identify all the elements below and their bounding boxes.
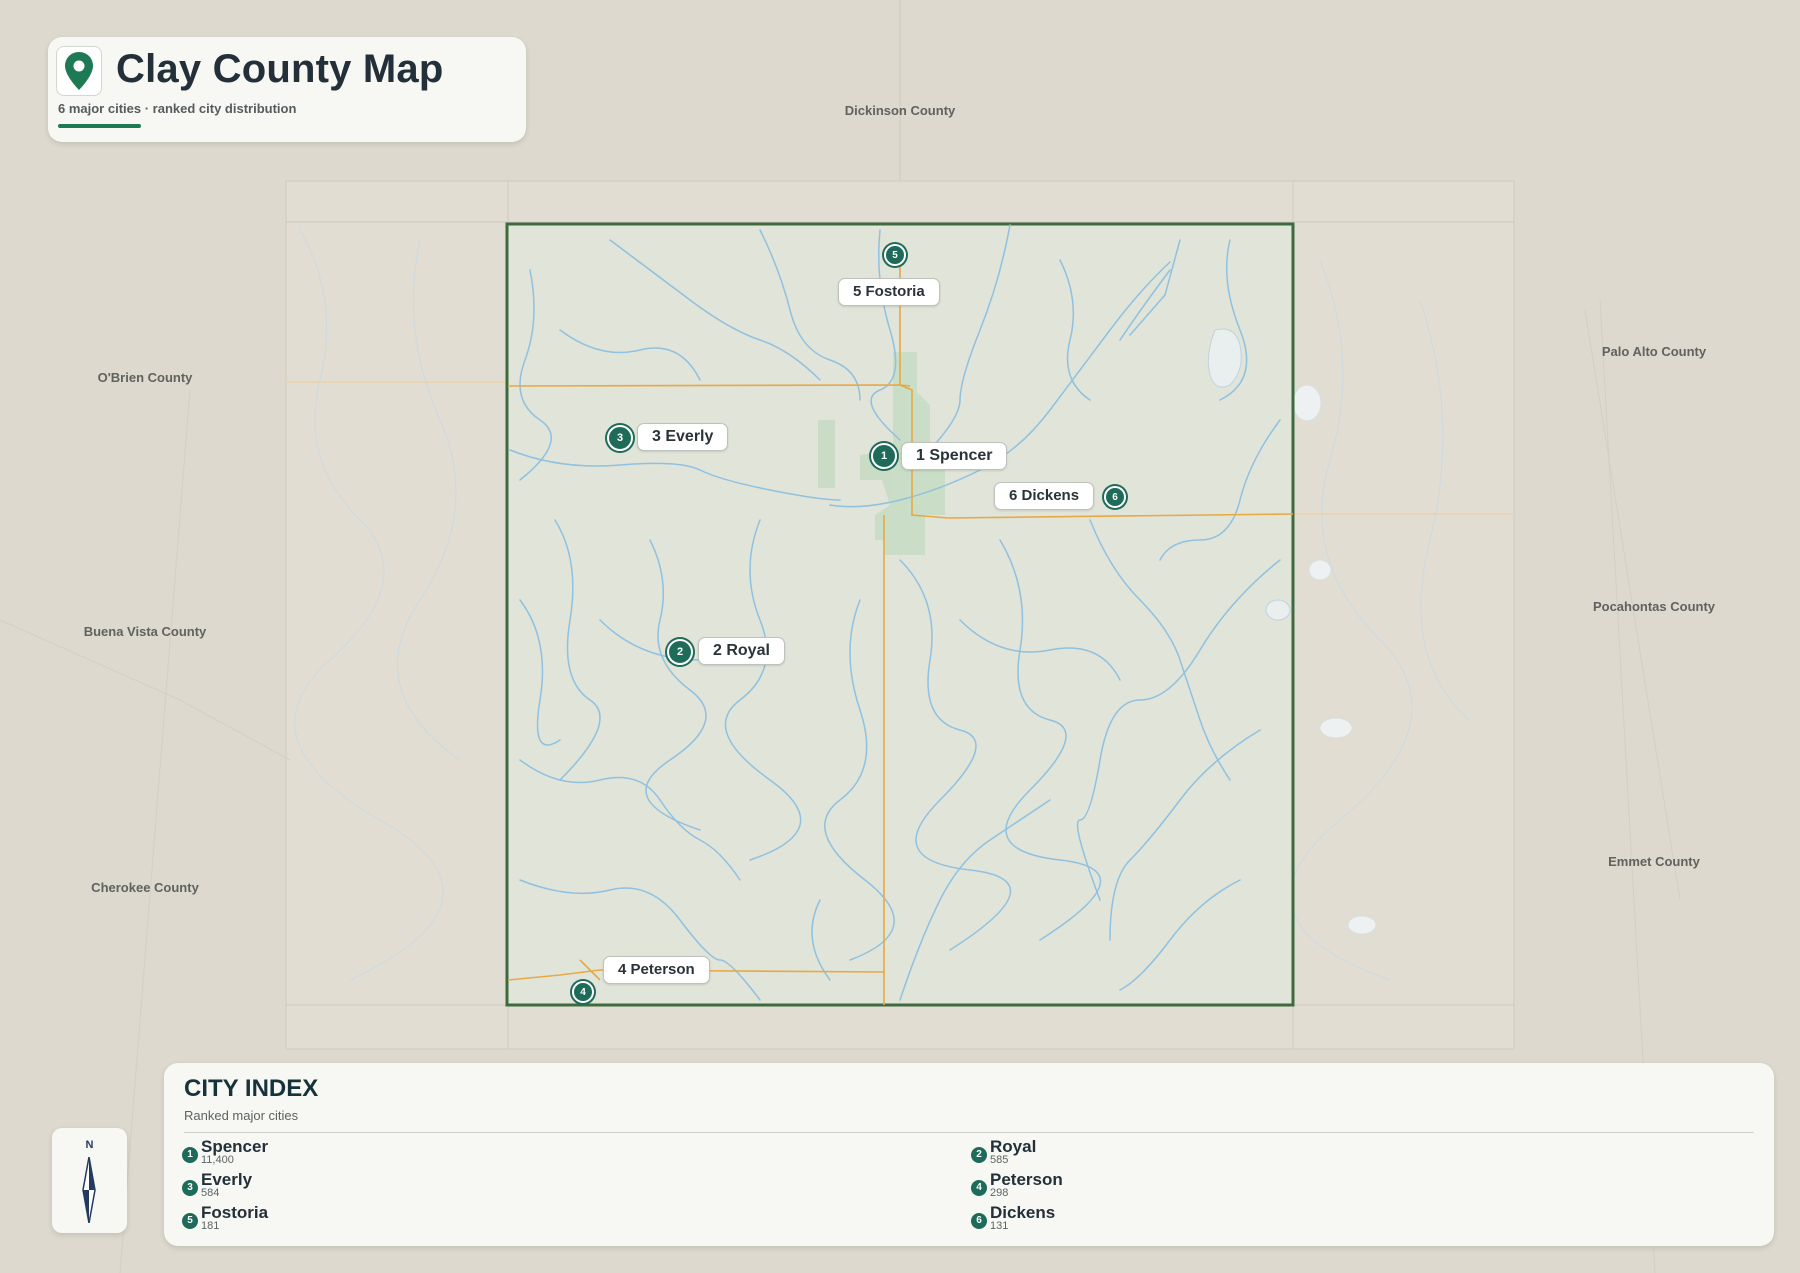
page-title: Clay County Map xyxy=(116,47,444,91)
map-pin-icon xyxy=(56,46,102,96)
rank-badge: 3 xyxy=(182,1180,198,1196)
rank-badge: 6 xyxy=(971,1213,987,1229)
county-label-buena-vista: Buena Vista County xyxy=(83,624,207,639)
county-label-dickinson: Dickinson County xyxy=(844,103,956,118)
city-label-fostoria[interactable]: 5 Fostoria xyxy=(838,278,940,306)
city-index-divider xyxy=(184,1132,1754,1133)
city-index-title: CITY INDEX xyxy=(184,1075,319,1102)
city-population: 131 xyxy=(990,1220,1009,1232)
city-index-panel: CITY INDEX Ranked major cities 1 Spencer… xyxy=(164,1063,1774,1246)
city-label-spencer[interactable]: 1 Spencer xyxy=(901,442,1008,470)
city-marker-peterson[interactable]: 4 xyxy=(572,981,594,1003)
rank-badge: 2 xyxy=(971,1147,987,1163)
compass-north-label: N xyxy=(85,1139,94,1151)
page-subtitle: 6 major cities · ranked city distributio… xyxy=(58,101,297,116)
city-population: 181 xyxy=(201,1220,220,1232)
city-marker-fostoria[interactable]: 5 xyxy=(884,244,906,266)
rank-badge: 1 xyxy=(182,1147,198,1163)
rank-badge: 5 xyxy=(182,1213,198,1229)
city-index-item[interactable]: 3 Everly 584 xyxy=(182,1170,482,1200)
compass-icon xyxy=(82,1157,96,1223)
city-index-subtitle: Ranked major cities xyxy=(184,1108,299,1123)
rank-badge: 4 xyxy=(971,1180,987,1196)
city-index-item[interactable]: 2 Royal 585 xyxy=(971,1137,1271,1167)
city-label-royal[interactable]: 2 Royal xyxy=(698,637,785,665)
county-label-palo-alto: Palo Alto County xyxy=(1601,344,1707,359)
city-marker-spencer[interactable]: 1 xyxy=(871,443,897,469)
city-index-item[interactable]: 4 Peterson 298 xyxy=(971,1170,1271,1200)
city-marker-everly[interactable]: 3 xyxy=(607,425,633,451)
county-label-emmet: Emmet County xyxy=(1608,854,1700,869)
city-marker-royal[interactable]: 2 xyxy=(667,639,693,665)
county-label-obrien: O'Brien County xyxy=(97,370,193,385)
city-population: 585 xyxy=(990,1154,1009,1166)
city-marker-dickens[interactable]: 6 xyxy=(1104,486,1126,508)
city-index-item[interactable]: 5 Fostoria 181 xyxy=(182,1203,482,1233)
compass: N xyxy=(52,1128,127,1233)
county-label-cherokee: Cherokee County xyxy=(91,880,199,895)
city-label-everly[interactable]: 3 Everly xyxy=(637,423,729,451)
city-index-item[interactable]: 1 Spencer 11,400 xyxy=(182,1137,482,1167)
city-population: 584 xyxy=(201,1187,220,1199)
city-label-peterson[interactable]: 4 Peterson xyxy=(603,956,710,984)
city-label-dickens[interactable]: 6 Dickens xyxy=(994,482,1095,510)
title-accent-bar xyxy=(58,124,141,128)
city-population: 298 xyxy=(990,1187,1009,1199)
county-label-pocahontas: Pocahontas County xyxy=(1592,599,1716,614)
city-population: 11,400 xyxy=(201,1154,234,1166)
city-index-item[interactable]: 6 Dickens 131 xyxy=(971,1203,1271,1233)
title-card: Clay County Map 6 major cities · ranked … xyxy=(48,37,526,142)
